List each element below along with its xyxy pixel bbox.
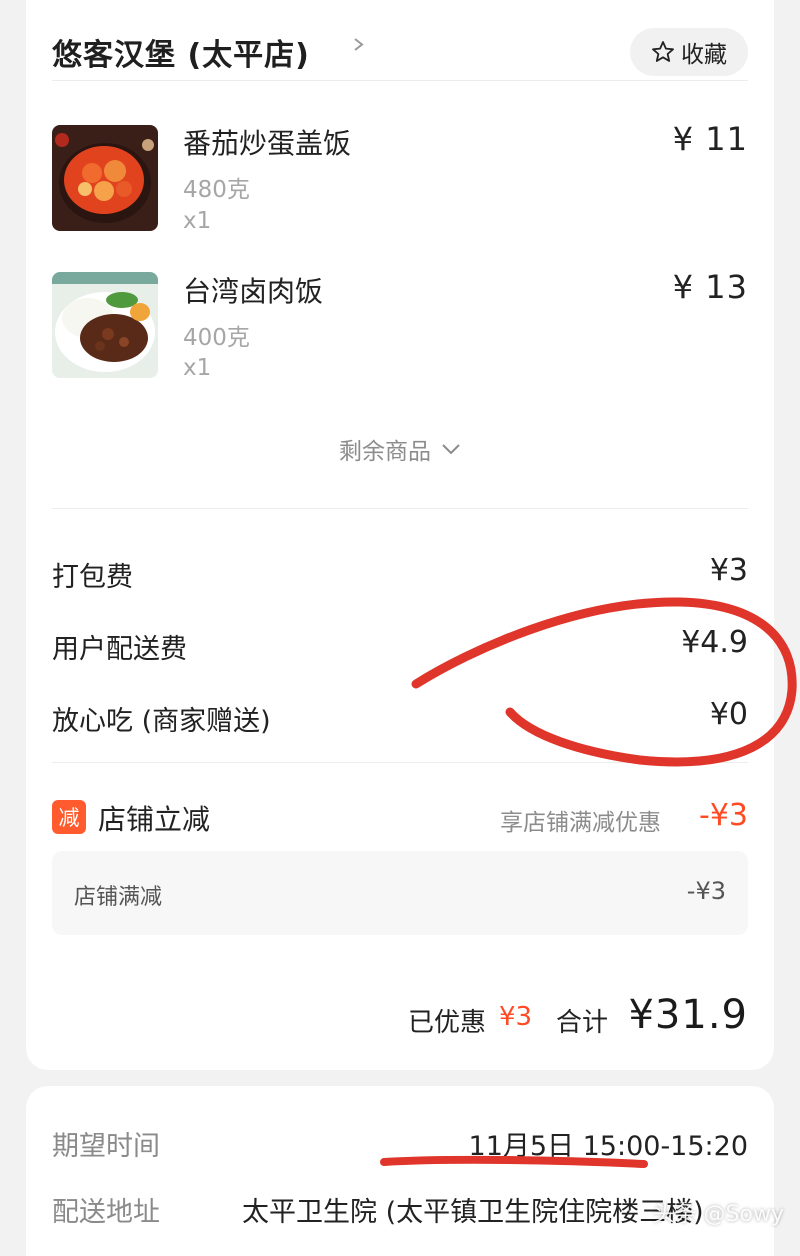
delivery-fee-value: ¥4.9 (681, 625, 748, 660)
total-amount: ¥31.9 (628, 992, 748, 1038)
address-value: 太平卫生院 (太平镇卫生院住院楼三楼) (242, 1197, 704, 1228)
divider (52, 762, 748, 763)
more-items-toggle[interactable]: 剩余商品 (26, 432, 774, 466)
chevron-down-icon (442, 444, 460, 455)
expected-time-label: 期望时间 (52, 1131, 160, 1162)
item-qty: x1 (183, 208, 212, 234)
item-image-braised-pork-rice[interactable] (52, 272, 158, 378)
delivery-fee-label: 用户配送费 (52, 634, 187, 665)
address-label: 配送地址 (52, 1197, 160, 1228)
store-name[interactable]: 悠客汉堡 (太平店) (52, 30, 310, 74)
more-items-label: 剩余商品 (339, 439, 431, 465)
packing-fee-value: ¥3 (709, 553, 748, 588)
favorite-button[interactable]: 收藏 (630, 28, 748, 76)
item-weight: 400克 (183, 325, 250, 351)
discount-title: 店铺立减 (98, 803, 211, 836)
saved-amount: ¥3 (499, 1002, 533, 1032)
order-card: 悠客汉堡 (太平店) 收藏 番茄炒蛋盖饭 480克 x1 ¥ 11 台湾卤肉饭 … (26, 0, 774, 1070)
star-icon (652, 41, 674, 62)
favorite-label: 收藏 (681, 42, 727, 68)
chevron-right-icon[interactable] (352, 38, 365, 51)
item-image-tomato-egg-rice[interactable] (52, 125, 158, 231)
item-name: 台湾卤肉饭 (183, 275, 324, 308)
expected-time-value: 11月5日 15:00-15:20 (468, 1131, 748, 1162)
item-price: ¥ 13 (672, 268, 748, 306)
saved-label: 已优惠 (408, 1008, 487, 1038)
food-safety-label: 放心吃 (商家赠送) (52, 706, 271, 737)
discount-detail-label: 店铺满减 (74, 885, 163, 910)
watermark: 头条 @Sowy (652, 1202, 784, 1227)
food-safety-value: ¥0 (709, 697, 748, 732)
discount-badge: 减 (52, 800, 86, 834)
divider (52, 80, 748, 81)
item-price: ¥ 11 (672, 120, 748, 158)
total-label: 合计 (556, 1008, 609, 1038)
delivery-card: 期望时间 11月5日 15:00-15:20 配送地址 太平卫生院 (太平镇卫生… (26, 1086, 774, 1256)
discount-amount: -¥3 (699, 798, 748, 833)
discount-detail-value: -¥3 (686, 877, 726, 905)
item-qty: x1 (183, 355, 212, 381)
discount-detail-box: 店铺满减 -¥3 (52, 851, 748, 935)
item-name: 番茄炒蛋盖饭 (183, 127, 352, 160)
divider (52, 508, 748, 509)
item-weight: 480克 (183, 177, 250, 203)
discount-desc: 享店铺满减优惠 (500, 810, 661, 836)
packing-fee-label: 打包费 (52, 562, 133, 593)
